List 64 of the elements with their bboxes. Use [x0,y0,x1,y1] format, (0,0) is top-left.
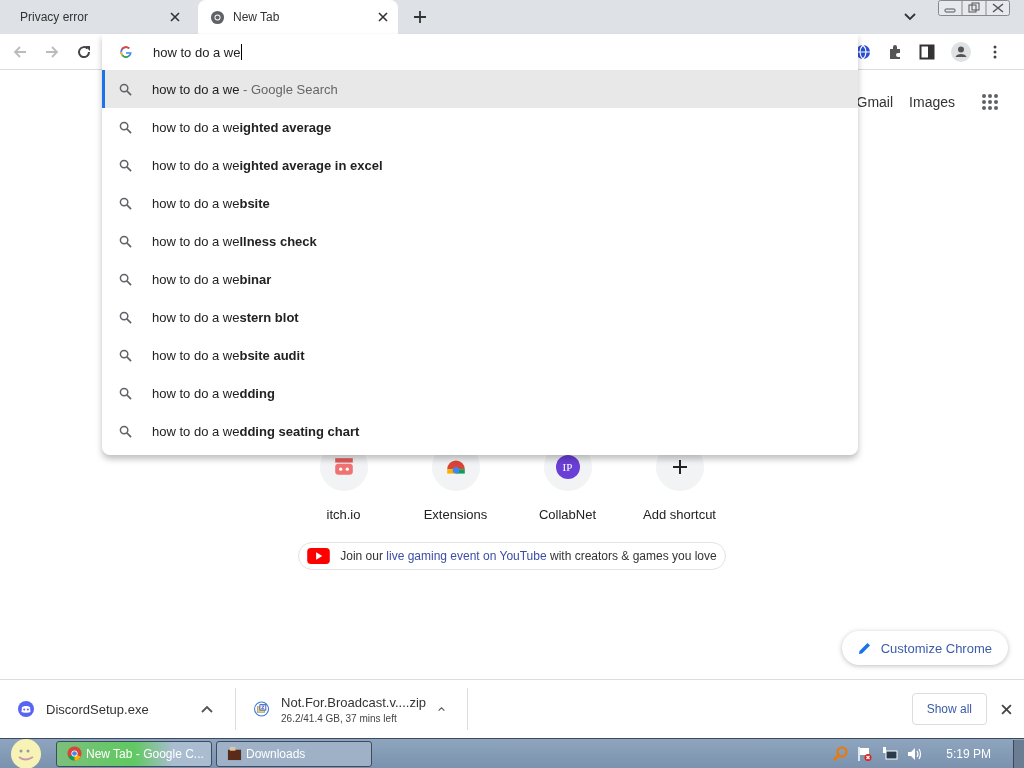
suggestion-item[interactable]: how to do a webinar [99,260,858,298]
chrome-icon [67,746,82,761]
shortcut-label[interactable]: Add shortcut [643,507,716,522]
suggestion-item[interactable]: how to do a western blot [99,298,858,336]
suggestion-item[interactable]: how to do a website [99,184,858,222]
download-item[interactable]: Not.For.Broadcast.v....zip 26.2/41.4 GB, 37 mins left [236,688,468,730]
folder-icon [227,746,242,761]
show-all-button[interactable]: Show all [911,693,987,725]
browser-tab[interactable]: New Tab [198,0,398,34]
download-status: 26.2/41.4 GB, 37 mins left [281,712,398,724]
plus-icon[interactable] [414,11,426,23]
shortcut-label[interactable]: Extensions [423,507,488,522]
chevron-up-icon[interactable] [201,705,213,713]
search-icon [119,386,132,400]
puzzle-icon[interactable] [887,43,903,60]
promo-text: Join our live gaming event on YouTube with creators & games you love [340,549,717,563]
flag-icon[interactable] [857,745,874,762]
header-link[interactable]: Gmail [856,94,894,110]
search-icon [119,348,132,362]
download-item[interactable]: DiscordSetup.exe [0,688,236,730]
search-icon [119,196,132,210]
suggestion-item[interactable]: how to do a we - Google Search [102,70,858,108]
show-desktop-button[interactable] [1013,739,1024,768]
search-icon [119,424,132,438]
profile-avatar-icon[interactable] [951,41,971,62]
header-link[interactable]: Images [909,94,955,110]
g-logo-icon [119,45,133,59]
close-icon[interactable] [170,12,180,22]
suggestion-item[interactable]: how to do a wellness check [99,222,858,260]
start-orb-icon[interactable] [8,738,44,768]
play-logo-icon [307,548,331,564]
search-icon [119,82,132,96]
search-icon [119,234,132,248]
search-icon [119,310,132,324]
suggestion-item[interactable]: how to do a weighted average in excel [99,146,858,184]
file-name: Not.For.Broadcast.v....zip [281,694,427,710]
shortcut-label[interactable]: itch.io [326,507,361,522]
file-name: DiscordSetup.exe [46,701,150,717]
menu-icon[interactable] [993,43,997,60]
network-icon[interactable] [882,745,899,762]
reload-icon[interactable] [76,43,92,60]
chevron-up-icon[interactable] [438,705,445,713]
site-initials-badge: IP [555,455,580,479]
pencil-icon [857,641,872,655]
discord-icon [18,701,34,717]
search-icon [119,272,132,286]
apps-grid-icon[interactable] [981,93,999,111]
suggestion-item[interactable]: how to do a wedding [99,374,858,412]
plus-icon [672,460,687,474]
address-field[interactable]: how to do a we [153,44,243,60]
search-icon [119,120,132,134]
browser-tab[interactable]: Privacy error [0,0,190,34]
close-icon[interactable] [1001,703,1012,715]
suggestion-item[interactable]: how to do a website audit [99,336,858,374]
suggestion-item[interactable]: how to do a weighted average [99,108,858,146]
close-icon[interactable] [378,12,388,22]
shortcut-label[interactable]: CollabNet [538,507,597,522]
chevron-down-icon[interactable] [904,13,916,21]
window-controls[interactable] [938,0,1010,16]
promo-link[interactable]: live gaming event on YouTube [386,549,547,563]
side-panel-icon[interactable] [919,43,935,60]
search-icon [119,158,132,172]
customize-chrome-button[interactable]: Customize Chrome [841,631,1008,665]
gamepad-icon [332,456,355,478]
